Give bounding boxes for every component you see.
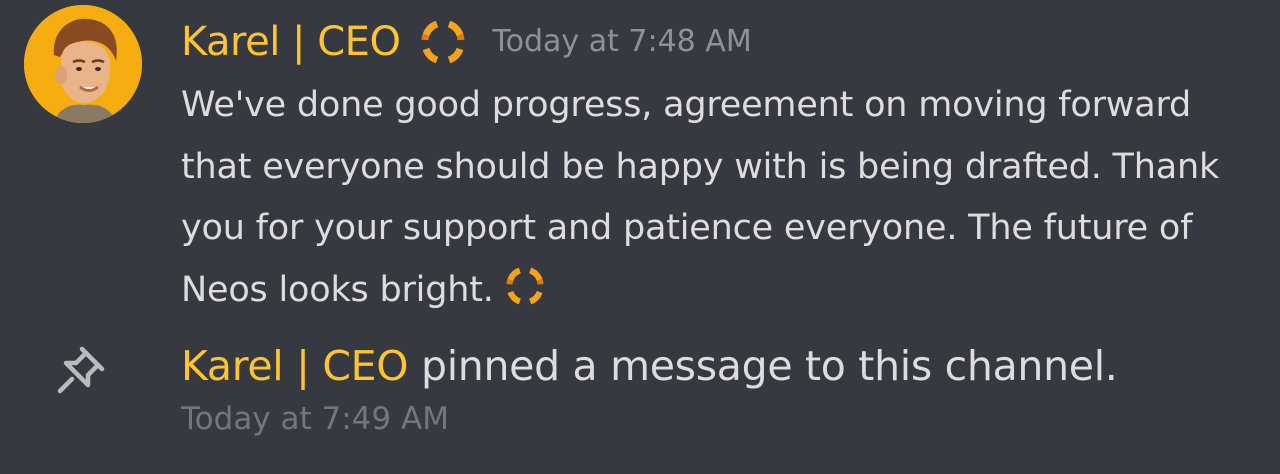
message-content: We've done good progress, agreement on m… [181, 75, 1256, 321]
avatar[interactable] [24, 5, 142, 123]
avatar-portrait [24, 5, 142, 123]
username[interactable]: Karel | CEO [181, 14, 401, 70]
message-line-last: Neos looks bright. [181, 260, 1256, 322]
orange-ring-emoji-icon[interactable] [500, 261, 550, 311]
message-line: you for your support and patience everyo… [181, 208, 1193, 248]
orange-ring-icon [414, 13, 472, 71]
message-timestamp: Today at 7:48 AM [492, 24, 752, 59]
pin-username[interactable]: Karel | CEO [181, 342, 409, 390]
pin-action-text[interactable]: pinned a message to this channel. [421, 342, 1118, 390]
message-header: Karel | CEO Today at 7:48 AM [181, 12, 752, 72]
message-group: Karel | CEO Today at 7:48 AM We've done … [0, 0, 1280, 330]
message-line-text: Neos looks bright. [181, 269, 494, 310]
pin-icon [52, 341, 110, 399]
message-line: We've done good progress, agreement on m… [181, 85, 1192, 125]
message-line: that everyone should be happy with is be… [181, 146, 1220, 187]
pinned-system-message: Karel | CEO pinned a message to this cha… [0, 335, 1280, 445]
pin-timestamp: Today at 7:49 AM [181, 401, 449, 437]
pin-text: Karel | CEO pinned a message to this cha… [181, 335, 1118, 397]
chat-panel: Karel | CEO Today at 7:48 AM We've done … [0, 0, 1280, 474]
